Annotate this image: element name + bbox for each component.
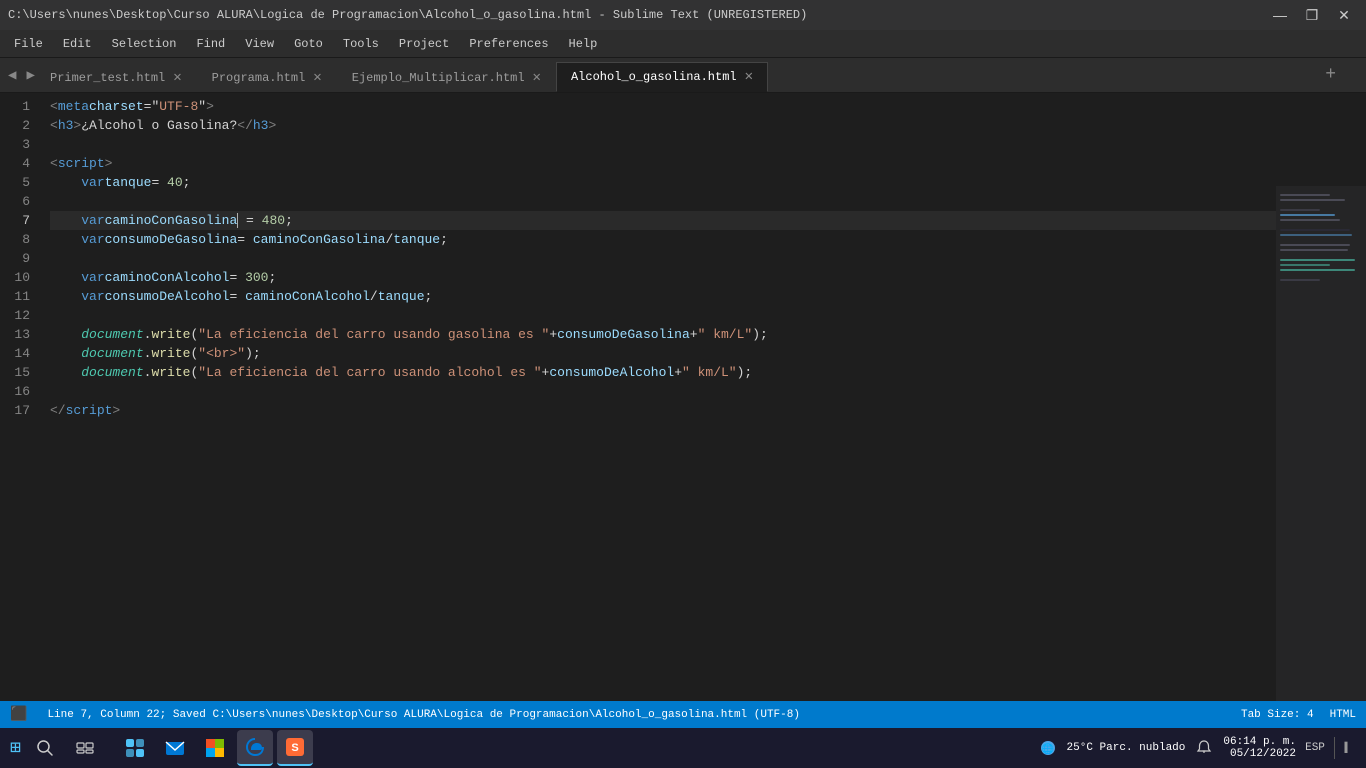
tab-close-icon[interactable]: ✕ [173,71,181,85]
code-line-4: <script> [50,154,1366,173]
title-bar-text: C:\Users\nunes\Desktop\Curso ALURA\Logic… [8,8,807,22]
start-area[interactable]: ⊞ [10,737,21,759]
code-line-11: var consumoDeAlcohol = caminoConAlcohol/… [50,287,1366,306]
line-num-11: 11 [0,287,30,306]
code-line-13: document.write("La eficiencia del carro … [50,325,1366,344]
tab-bar: ◀ ▶ Primer_test.html ✕ Programa.html ✕ E… [0,58,1366,93]
task-view-icon[interactable] [69,732,101,764]
language-icon[interactable]: ESP [1304,737,1326,759]
menu-item-file[interactable]: File [4,33,53,55]
tab-close-icon[interactable]: ✕ [533,71,541,85]
menu-item-project[interactable]: Project [389,33,459,55]
windows-icon[interactable]: ⊞ [10,737,21,759]
menu-item-goto[interactable]: Goto [284,33,333,55]
line-num-2: 2 [0,116,30,135]
search-taskbar-icon[interactable] [29,732,61,764]
code-line-17: </script> [50,401,1366,420]
taskbar-app-widgets[interactable] [117,730,153,766]
menu-item-find[interactable]: Find [186,33,235,55]
line-num-3: 3 [0,135,30,154]
tab-label: Programa.html [212,71,306,85]
clock-date: 05/12/2022 [1230,748,1296,760]
language-label[interactable]: HTML [1330,709,1356,721]
line-num-12: 12 [0,306,30,325]
code-line-14: document.write("<br>"); [50,344,1366,363]
svg-text:S: S [291,742,298,754]
code-line-7: var caminoConGasolina = 480; [50,211,1366,230]
code-line-15: document.write("La eficiencia del carro … [50,363,1366,382]
line-num-13: 13 [0,325,30,344]
taskbar-app-mail[interactable] [157,730,193,766]
line-num-6: 6 [0,192,30,211]
title-bar: C:\Users\nunes\Desktop\Curso ALURA\Logic… [0,0,1366,30]
editor-container: 1 2 3 4 5 6 7 8 9 10 11 12 13 14 15 16 1… [0,93,1366,701]
code-line-8: var consumoDeGasolina = caminoConGasolin… [50,230,1366,249]
status-indicator: ⬛ [10,706,27,723]
weather-text: 25°C Parc. nublado [1067,742,1186,754]
network-notification-icon[interactable]: 🌐 [1037,737,1059,759]
code-line-3 [50,135,1366,154]
tab-size-label[interactable]: Tab Size: 4 [1241,709,1314,721]
code-line-2: <h3>¿Alcohol o Gasolina?</h3> [50,116,1366,135]
menu-item-view[interactable]: View [235,33,284,55]
taskbar-right: 🌐 25°C Parc. nublado 06:14 p. m. 05/12/2… [1037,736,1356,760]
code-line-10: var caminoConAlcohol = 300; [50,268,1366,287]
tab-label: Alcohol_o_gasolina.html [571,70,737,84]
taskbar-app-store[interactable] [197,730,233,766]
line-num-16: 16 [0,382,30,401]
minimap [1276,186,1366,701]
line-numbers: 1 2 3 4 5 6 7 8 9 10 11 12 13 14 15 16 1… [0,93,40,701]
line-num-4: 4 [0,154,30,173]
line-num-10: 10 [0,268,30,287]
tab-close-icon[interactable]: ✕ [313,71,321,85]
menu-item-preferences[interactable]: Preferences [459,33,558,55]
menu-item-selection[interactable]: Selection [102,33,187,55]
line-num-14: 14 [0,344,30,363]
line-num-9: 9 [0,249,30,268]
line-num-8: 8 [0,230,30,249]
line-num-5: 5 [0,173,30,192]
taskbar: ⊞ [0,728,1366,768]
line-num-17: 17 [0,401,30,420]
line-num-7: 7 [0,211,30,230]
status-info: Line 7, Column 22; Saved C:\Users\nunes\… [47,709,800,721]
tab-programa[interactable]: Programa.html ✕ [197,62,337,92]
pinned-apps: S [117,730,313,766]
tab-label: Primer_test.html [50,71,165,85]
language-label: ESP [1305,742,1325,754]
status-bar: ⬛ Line 7, Column 22; Saved C:\Users\nune… [0,701,1366,728]
code-line-12 [50,306,1366,325]
menu-bar: FileEditSelectionFindViewGotoToolsProjec… [0,30,1366,58]
minimize-button[interactable]: — [1266,4,1294,26]
svg-text:🌐: 🌐 [1041,742,1053,755]
code-line-16 [50,382,1366,401]
taskbar-app-edge[interactable] [237,730,273,766]
tab-arrow-left[interactable]: ◀ [4,65,20,86]
tab-ejemplo-multiplicar[interactable]: Ejemplo_Multiplicar.html ✕ [337,62,556,92]
code-line-6 [50,192,1366,211]
tab-alcohol-gasolina[interactable]: Alcohol_o_gasolina.html ✕ [556,62,768,92]
tab-label: Ejemplo_Multiplicar.html [352,71,525,85]
code-line-9 [50,249,1366,268]
line-num-15: 15 [0,363,30,382]
code-line-1: <meta charset="UTF-8"> [50,97,1366,116]
line-num-1: 1 [0,97,30,116]
maximize-button[interactable]: ❐ [1298,4,1326,26]
close-button[interactable]: ✕ [1330,4,1358,26]
notifications-icon[interactable] [1193,737,1215,759]
taskbar-app-sublime[interactable]: S [277,730,313,766]
show-desktop-icon[interactable]: ▌ [1334,737,1356,759]
menu-item-tools[interactable]: Tools [333,33,389,55]
tab-primer-test[interactable]: Primer_test.html ✕ [35,62,197,92]
code-line-5: var tanque = 40; [50,173,1366,192]
code-area[interactable]: <meta charset="UTF-8"> <h3>¿Alcohol o Ga… [40,93,1366,701]
tab-close-icon[interactable]: ✕ [745,70,753,84]
tab-arrow-right[interactable]: ▶ [22,65,38,86]
clock-time: 06:14 p. m. [1223,736,1296,748]
menu-item-edit[interactable]: Edit [53,33,102,55]
menu-item-help[interactable]: Help [559,33,608,55]
tab-add-button[interactable]: + [1325,65,1336,85]
